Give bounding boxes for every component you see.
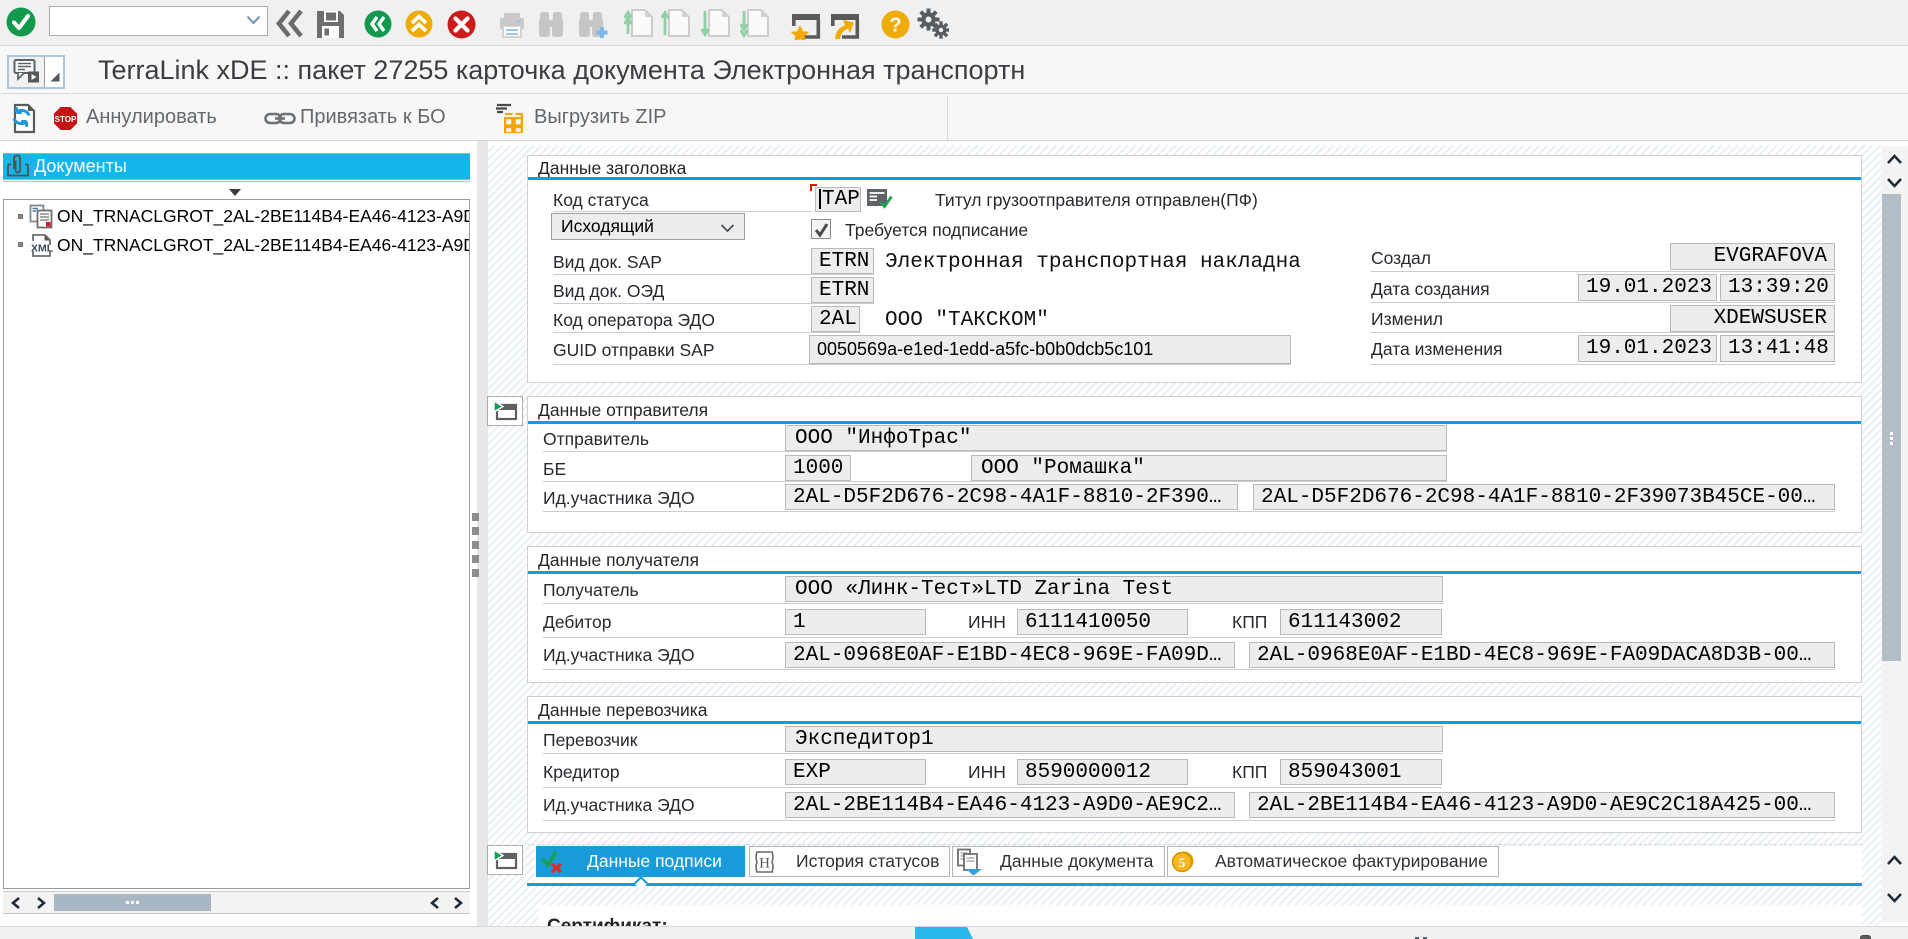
svg-text:STOP: STOP [55,115,77,124]
svg-text:5: 5 [1179,855,1186,870]
svg-text:XML: XML [31,243,54,255]
svg-text:?: ? [889,15,901,37]
svg-text:H: H [759,856,770,872]
